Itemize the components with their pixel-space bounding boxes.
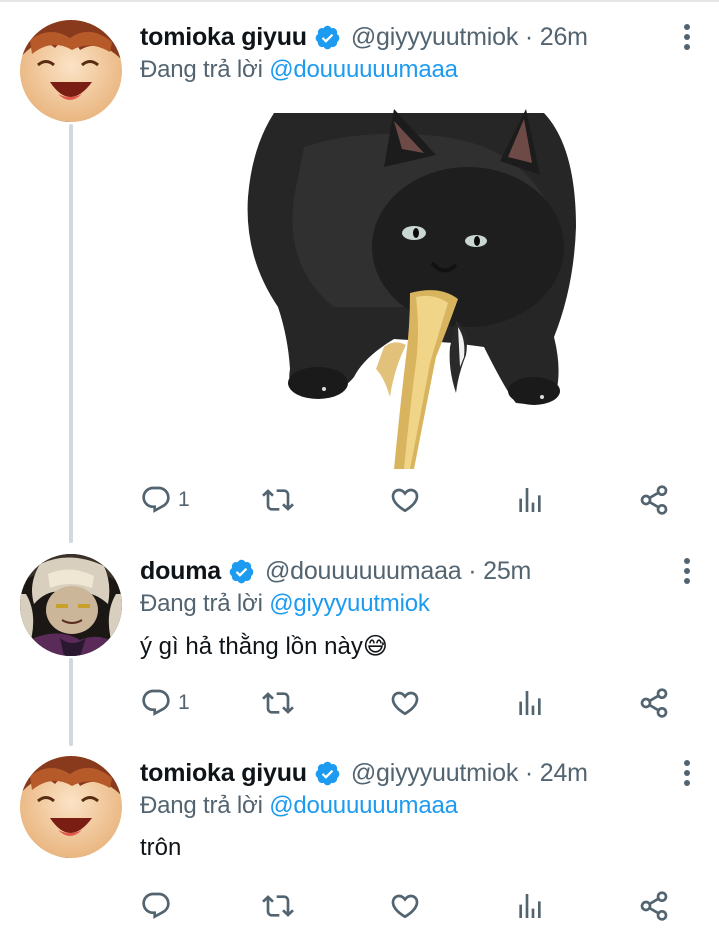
analytics-button[interactable] bbox=[514, 685, 546, 721]
heart-icon bbox=[391, 691, 419, 716]
avatar[interactable] bbox=[20, 756, 122, 858]
verified-badge-icon bbox=[314, 24, 341, 51]
handle-and-timestamp: @douuuuuumaaa · 25m bbox=[264, 556, 532, 585]
heart-icon bbox=[391, 894, 419, 919]
avatar[interactable] bbox=[20, 20, 122, 122]
handle-and-timestamp: @giyyyuutmiok · 24m bbox=[350, 758, 588, 787]
tweet-media-image[interactable] bbox=[244, 107, 578, 469]
retweet-icon bbox=[262, 489, 294, 511]
verified-badge-icon bbox=[228, 558, 255, 585]
tweet-content: douma @douuuuuumaaa · 25m Đang trả lời @… bbox=[140, 554, 699, 661]
reply-button[interactable]: 1 bbox=[140, 482, 190, 518]
like-button[interactable] bbox=[389, 482, 421, 518]
retweet-button[interactable] bbox=[262, 685, 294, 721]
more-vertical-icon[interactable] bbox=[675, 756, 699, 790]
analytics-button[interactable] bbox=[514, 482, 546, 518]
heart-icon bbox=[391, 488, 419, 513]
reply-count: 1 bbox=[178, 488, 190, 511]
tweet-content: tomioka giyuu @giyyyuutmiok · 26m Đang t… bbox=[140, 20, 699, 88]
more-vertical-icon[interactable] bbox=[675, 20, 699, 54]
replying-to-line: Đang trả lời @giyyyuutmiok bbox=[140, 590, 699, 622]
share-button[interactable] bbox=[638, 482, 670, 518]
reply-icon bbox=[142, 486, 170, 513]
replying-prefix: Đang trả lời bbox=[140, 792, 270, 819]
retweet-button[interactable] bbox=[262, 482, 294, 518]
share-button[interactable] bbox=[638, 685, 670, 721]
retweet-icon bbox=[262, 895, 294, 917]
mention-link[interactable]: @douuuuuumaaa bbox=[269, 792, 458, 819]
reply-button[interactable] bbox=[140, 888, 172, 924]
tweet-content: tomioka giyuu @giyyyuutmiok · 24m Đang t… bbox=[140, 756, 699, 862]
share-button[interactable] bbox=[638, 888, 670, 924]
douma-avatar-image bbox=[20, 554, 122, 656]
like-button[interactable] bbox=[389, 685, 421, 721]
analytics-icon bbox=[519, 894, 541, 918]
reply-icon bbox=[142, 689, 170, 716]
reply-count: 1 bbox=[178, 691, 190, 714]
giyuu-avatar-image bbox=[20, 756, 122, 858]
tweet-actions: 1 bbox=[140, 685, 680, 721]
mention-link[interactable]: @douuuuuumaaa bbox=[269, 56, 458, 83]
replying-prefix: Đang trả lời bbox=[140, 56, 270, 83]
like-button[interactable] bbox=[389, 888, 421, 924]
giyuu-avatar-image bbox=[20, 20, 122, 122]
tweet-text: trôn bbox=[140, 834, 182, 861]
analytics-icon bbox=[519, 488, 541, 512]
share-icon bbox=[640, 485, 668, 515]
display-name[interactable]: douma bbox=[140, 557, 221, 586]
analytics-button[interactable] bbox=[514, 888, 546, 924]
analytics-icon bbox=[519, 691, 541, 715]
display-name[interactable]: tomioka giyuu bbox=[140, 23, 307, 52]
tweet-actions: 1 bbox=[140, 482, 680, 518]
display-name[interactable]: tomioka giyuu bbox=[140, 759, 307, 788]
retweet-button[interactable] bbox=[262, 888, 294, 924]
share-icon bbox=[640, 688, 668, 718]
reply-button[interactable]: 1 bbox=[140, 685, 190, 721]
share-icon bbox=[640, 891, 668, 921]
verified-badge-icon bbox=[314, 760, 341, 787]
tweet-header: douma @douuuuuumaaa · 25m bbox=[140, 554, 699, 588]
tweet-text: ý gì hả thằng lồn này😅 bbox=[140, 633, 388, 660]
mention-link[interactable]: @giyyyuutmiok bbox=[269, 590, 430, 617]
top-divider bbox=[0, 0, 719, 2]
avatar[interactable] bbox=[20, 554, 122, 656]
reply-icon bbox=[142, 892, 170, 919]
retweet-icon bbox=[262, 692, 294, 714]
handle-and-timestamp: @giyyyuutmiok · 26m bbox=[350, 22, 588, 51]
tweet-header: tomioka giyuu @giyyyuutmiok · 24m bbox=[140, 756, 699, 790]
tweet-header: tomioka giyuu @giyyyuutmiok · 26m bbox=[140, 20, 699, 54]
replying-prefix: Đang trả lời bbox=[140, 590, 270, 617]
replying-to-line: Đang trả lời @douuuuuumaaa bbox=[140, 56, 699, 88]
tweet-actions bbox=[140, 888, 680, 924]
replying-to-line: Đang trả lời @douuuuuumaaa bbox=[140, 792, 699, 824]
more-vertical-icon[interactable] bbox=[675, 554, 699, 588]
cat-photo bbox=[244, 107, 578, 469]
